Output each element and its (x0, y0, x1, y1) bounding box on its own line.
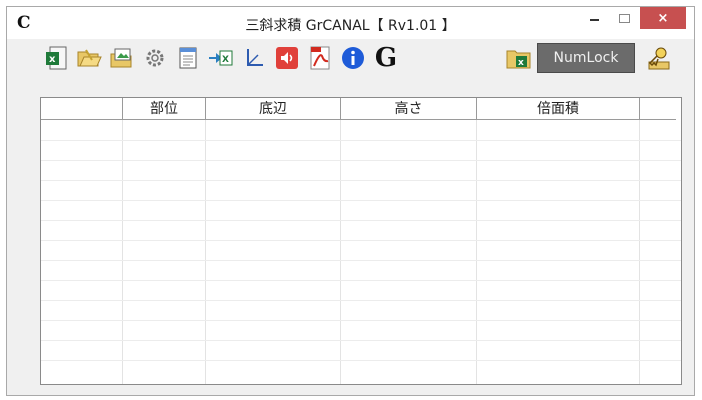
excel-button[interactable]: x (41, 43, 71, 73)
svg-text:X: X (222, 55, 229, 65)
grid-row-line (41, 140, 681, 141)
info-icon (342, 47, 364, 69)
gear-icon (146, 49, 164, 67)
title-bar[interactable]: C 三斜求積 GrCANAL【 Rv1.01 】 × (7, 7, 694, 39)
image-folder-button[interactable] (107, 43, 137, 73)
excel-folder-button[interactable]: x (504, 43, 534, 73)
key-icon (648, 47, 670, 70)
maximize-button[interactable] (610, 7, 638, 29)
axis-button[interactable] (239, 43, 269, 73)
header-cell-extra[interactable] (640, 98, 676, 120)
speaker-icon (276, 47, 298, 69)
notepad-button[interactable] (173, 43, 203, 73)
g-icon: G (374, 43, 398, 73)
grid-row-line (41, 260, 681, 261)
close-icon: × (657, 10, 669, 26)
minimize-button[interactable] (580, 7, 608, 29)
settings-button[interactable] (140, 43, 170, 73)
svg-text:x: x (518, 58, 524, 68)
close-button[interactable]: × (640, 7, 686, 29)
app-window: C 三斜求積 GrCANAL【 Rv1.01 】 × x X G x NumLo… (6, 6, 695, 396)
export-excel-icon: X (209, 50, 233, 66)
notepad-icon (179, 47, 197, 69)
excel-folder-icon: x (506, 50, 531, 69)
grid-row-line (41, 320, 681, 321)
grid-row-line (41, 180, 681, 181)
excel-icon: x (46, 46, 67, 70)
pdf-button[interactable] (305, 43, 335, 73)
grid-row-line (41, 160, 681, 161)
header-cell-blank[interactable] (41, 98, 123, 120)
header-cell-part[interactable]: 部位 (123, 98, 206, 120)
grid-row-line (41, 280, 681, 281)
header-cell-double-area[interactable]: 倍面積 (477, 98, 640, 120)
g-button[interactable]: G (371, 43, 401, 73)
header-cell-base[interactable]: 底辺 (206, 98, 341, 120)
svg-text:x: x (49, 54, 56, 65)
grid-row-line (41, 240, 681, 241)
grid-row-line (41, 360, 681, 361)
image-folder-icon (110, 48, 132, 68)
header-cell-height[interactable]: 高さ (341, 98, 477, 120)
key-button[interactable] (644, 43, 674, 73)
open-folder-icon (77, 49, 102, 67)
minimize-icon (589, 19, 599, 21)
grid-row-line (41, 200, 681, 201)
pdf-icon (310, 46, 330, 70)
data-grid[interactable]: 部位 底辺 高さ 倍面積 (40, 97, 682, 385)
speaker-button[interactable] (272, 43, 302, 73)
numlock-button[interactable]: NumLock (537, 43, 635, 73)
info-button[interactable] (338, 43, 368, 73)
grid-row-line (41, 220, 681, 221)
open-folder-button[interactable] (74, 43, 104, 73)
grid-header: 部位 底辺 高さ 倍面積 (41, 98, 681, 120)
grid-row-line (41, 300, 681, 301)
axis-icon (247, 49, 263, 66)
maximize-icon (618, 13, 630, 23)
export-excel-button[interactable]: X (206, 43, 236, 73)
grid-row-line (41, 340, 681, 341)
